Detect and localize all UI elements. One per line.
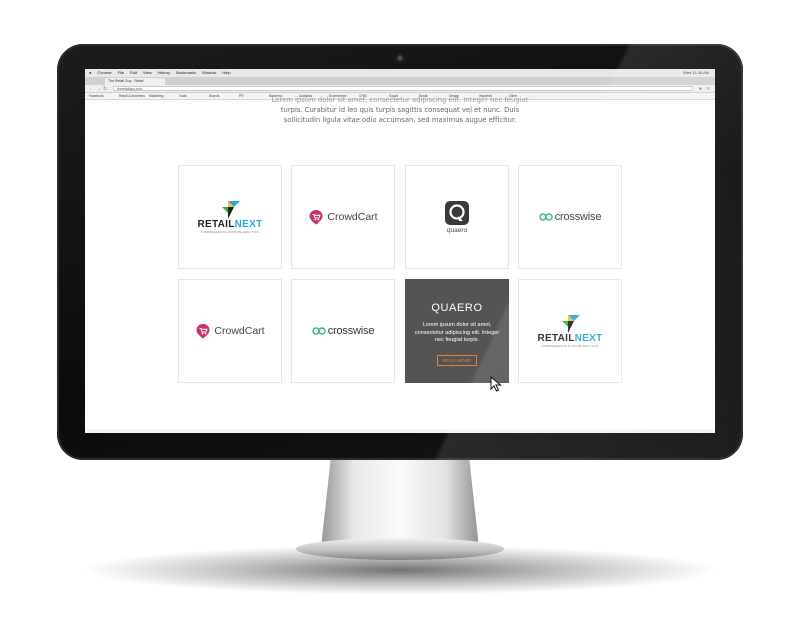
- logo-tile-retailnext[interactable]: RETAILNEXT COMPREHENSIVE IN-STORE ANALYT…: [518, 279, 622, 383]
- logo-tile-crosswise[interactable]: crosswise: [291, 279, 395, 383]
- mouse-cursor-icon: [490, 376, 502, 392]
- hover-card-text: Lorem ipsum dolor sit amet, consectetur …: [414, 322, 500, 343]
- menu-item[interactable]: Bookmarks: [176, 69, 196, 77]
- crowdcart-pin-icon: [196, 324, 210, 339]
- crosswise-mark-icon: [312, 327, 326, 335]
- menu-item[interactable]: View: [143, 69, 152, 77]
- retailnext-logo: RETAILNEXT COMPREHENSIVE IN-STORE ANALYT…: [537, 314, 603, 348]
- menu-item[interactable]: History: [158, 69, 170, 77]
- retailnext-word-1: RETAIL: [197, 218, 235, 230]
- browser-toolbar: ← → ↻ theretailguy.com ● ≡: [85, 85, 715, 93]
- quaero-mark-icon: [445, 201, 469, 225]
- intro-line: Lorem ipsum dolor sit amet, consectetur …: [271, 96, 529, 104]
- intro-line: sollicitudin ligula vitae odio accumsan,…: [283, 116, 517, 124]
- retailnext-word-2: NEXT: [574, 332, 603, 344]
- retailnext-mark-icon: [221, 200, 240, 219]
- os-menu-bar: ● Chrome File Edit View History Bookmark…: [85, 69, 715, 77]
- crowdcart-pin-icon: [309, 210, 323, 225]
- crosswise-wordmark: crosswise: [554, 211, 602, 223]
- retailnext-word-2: NEXT: [234, 218, 263, 230]
- menu-item[interactable]: File: [118, 69, 124, 77]
- logo-tile-crowdcart[interactable]: CrowdCart: [291, 165, 395, 269]
- logo-tile-retailnext[interactable]: RETAILNEXT COMPREHENSIVE IN-STORE ANALYT…: [178, 165, 282, 269]
- crowdcart-logo: CrowdCart: [308, 209, 378, 225]
- quaero-wordmark: quaero: [446, 227, 468, 234]
- logo-tile-crowdcart[interactable]: CrowdCart: [178, 279, 282, 383]
- quaero-logo: quaero: [444, 200, 470, 234]
- menu-icon[interactable]: ≡: [707, 85, 710, 93]
- webcam-icon: [395, 53, 405, 63]
- intro-line: turpis. Curabitur id leo quis turpis sag…: [280, 106, 520, 114]
- intro-paragraph: Lorem ipsum dolor sit amet, consectetur …: [85, 95, 715, 125]
- hover-card-title: QUAERO: [431, 302, 483, 314]
- menu-item[interactable]: Help: [222, 69, 230, 77]
- apple-icon[interactable]: ●: [89, 69, 91, 77]
- monitor-stand-base: [296, 538, 504, 560]
- retailnext-tagline: COMPREHENSIVE IN-STORE ANALYTICS: [201, 230, 259, 234]
- menu-item[interactable]: Window: [202, 69, 216, 77]
- logo-tile-crosswise[interactable]: crosswise: [518, 165, 622, 269]
- retailnext-mark-icon: [561, 314, 580, 333]
- monitor-stand: [321, 455, 479, 545]
- crosswise-mark-icon: [539, 213, 553, 221]
- client-logo-grid: RETAILNEXT COMPREHENSIVE IN-STORE ANALYT…: [178, 165, 623, 383]
- crowdcart-wordmark: CrowdCart: [327, 211, 378, 223]
- reload-icon[interactable]: ↻: [103, 85, 107, 93]
- crosswise-wordmark: crosswise: [327, 325, 375, 337]
- address-bar[interactable]: theretailguy.com: [113, 86, 693, 91]
- retailnext-logo: RETAILNEXT COMPREHENSIVE IN-STORE ANALYT…: [197, 200, 263, 234]
- browser-tab-strip: The Retail Guy - Retail: [85, 77, 715, 85]
- menu-item[interactable]: Edit: [130, 69, 137, 77]
- logo-tile-quaero-hover[interactable]: QUAERO Lorem ipsum dolor sit amet, conse…: [405, 279, 509, 383]
- crosswise-logo: crosswise: [312, 325, 375, 337]
- logo-tile-quaero[interactable]: quaero: [405, 165, 509, 269]
- menu-item[interactable]: Chrome: [97, 69, 111, 77]
- crosswise-logo: crosswise: [539, 211, 602, 223]
- screen-bottom-edge: [85, 429, 715, 433]
- crowdcart-wordmark: CrowdCart: [214, 325, 265, 337]
- extension-icon[interactable]: ●: [699, 85, 702, 93]
- forward-icon[interactable]: →: [96, 85, 101, 93]
- retailnext-tagline: COMPREHENSIVE IN-STORE ANALYTICS: [541, 344, 599, 348]
- monitor-screen: ● Chrome File Edit View History Bookmark…: [85, 69, 715, 433]
- back-icon[interactable]: ←: [89, 85, 94, 93]
- crowdcart-logo: CrowdCart: [195, 323, 265, 339]
- read-more-button[interactable]: READ MORE: [436, 354, 478, 366]
- clock[interactable]: Wed 11:38 AM: [683, 69, 709, 77]
- retailnext-word-1: RETAIL: [537, 332, 575, 344]
- browser-tab[interactable]: The Retail Guy - Retail: [105, 78, 165, 85]
